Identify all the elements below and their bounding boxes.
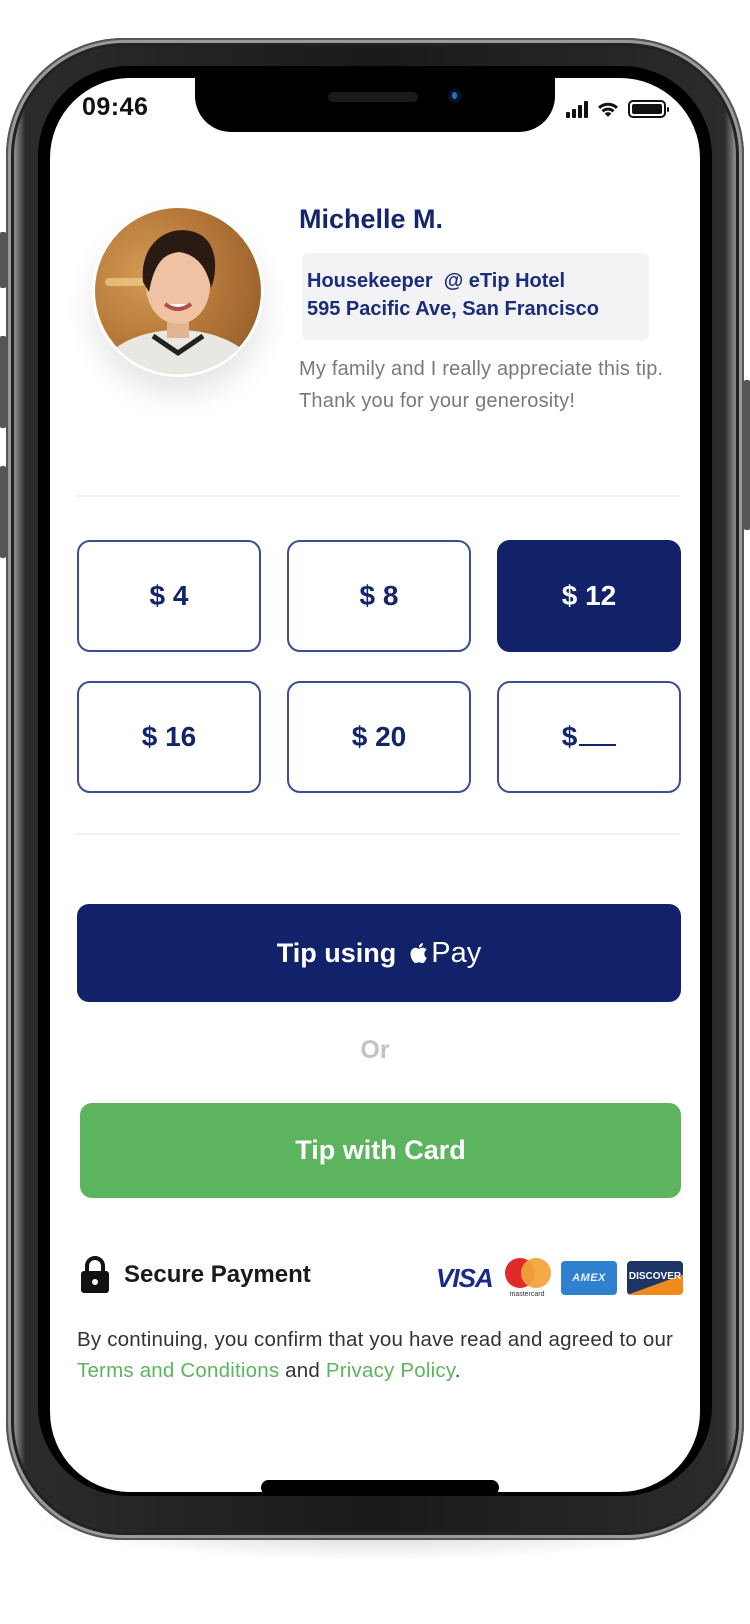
tip-option-label: $ 4: [149, 580, 189, 611]
battery-icon: [628, 100, 669, 118]
discover-logo-icon: DISCOVER: [627, 1261, 683, 1295]
visa-logo-icon: VISA: [436, 1262, 494, 1293]
avatar-photo: [95, 208, 261, 374]
mastercard-logo-icon: mastercard: [503, 1258, 551, 1298]
speaker-grille: [328, 92, 418, 102]
silent-switch: [0, 232, 6, 288]
tip-option-label: $ 16: [141, 721, 197, 752]
volume-down-button: [0, 466, 6, 558]
accepted-cards: VISA mastercard AMEX DISCOVER: [436, 1258, 683, 1298]
status-icons: [566, 100, 669, 118]
worker-name: Michelle M.: [299, 204, 444, 234]
custom-tip-input[interactable]: $: [497, 681, 681, 793]
divider: [76, 833, 680, 835]
apple-pay-mark: Pay: [408, 937, 481, 970]
legal-notice: By continuing, you confirm that you have…: [77, 1324, 697, 1386]
worker-info-box: Housekeeper @ eTip Hotel 595 Pacific Ave…: [302, 253, 649, 340]
tip-option-label: $ 20: [351, 721, 407, 752]
tip-option-20[interactable]: $ 20: [287, 681, 471, 793]
secure-payment-label: Secure Payment: [124, 1261, 311, 1288]
tip-option-8[interactable]: $ 8: [287, 540, 471, 652]
tip-option-16[interactable]: $ 16: [77, 681, 261, 793]
status-time: 09:46: [82, 93, 149, 121]
tip-with-card-label: Tip with Card: [295, 1135, 466, 1165]
custom-tip-blank: [579, 728, 617, 746]
secure-payment: Secure Payment: [80, 1256, 311, 1294]
volume-up-button: [0, 336, 6, 428]
worker-address: 595 Pacific Ave, San Francisco: [307, 298, 600, 320]
thank-you-message: My family and I really appreciate this t…: [299, 358, 664, 412]
apple-logo-icon: [410, 943, 427, 964]
legal-conjunction: and: [285, 1359, 320, 1382]
legal-prefix: By continuing, you confirm that you have…: [77, 1328, 674, 1351]
tip-option-label: $ 12: [561, 580, 617, 611]
tip-with-card-button[interactable]: Tip with Card: [80, 1103, 681, 1198]
lock-icon: [81, 1256, 109, 1293]
avatar: [92, 205, 264, 377]
wifi-icon: [598, 102, 618, 117]
worker-role: Housekeeper @ eTip Hotel: [307, 270, 566, 292]
amex-logo-icon: AMEX: [561, 1261, 617, 1295]
legal-suffix: .: [454, 1359, 461, 1382]
front-camera: [448, 89, 462, 103]
custom-tip-currency: $: [561, 721, 578, 752]
power-button: [744, 380, 750, 530]
or-separator: Or: [360, 1036, 390, 1064]
apple-pay-prefix: Tip using: [276, 937, 397, 968]
apple-pay-button[interactable]: Tip using Pay: [77, 904, 681, 1002]
divider: [76, 495, 680, 497]
person-portrait-icon: [98, 230, 258, 374]
tip-amount-grid: $ 4 $ 8 $ 12 $ 16 $ 20 $: [77, 540, 681, 793]
terms-link[interactable]: Terms and Conditions: [77, 1359, 279, 1382]
tip-option-label: $ 8: [359, 580, 399, 611]
home-indicator[interactable]: [261, 1480, 499, 1495]
cellular-signal-icon: [566, 100, 588, 118]
privacy-link[interactable]: Privacy Policy: [326, 1359, 455, 1382]
tip-option-4[interactable]: $ 4: [77, 540, 261, 652]
apple-pay-brand: Pay: [431, 936, 482, 969]
tip-option-12[interactable]: $ 12: [497, 540, 681, 652]
